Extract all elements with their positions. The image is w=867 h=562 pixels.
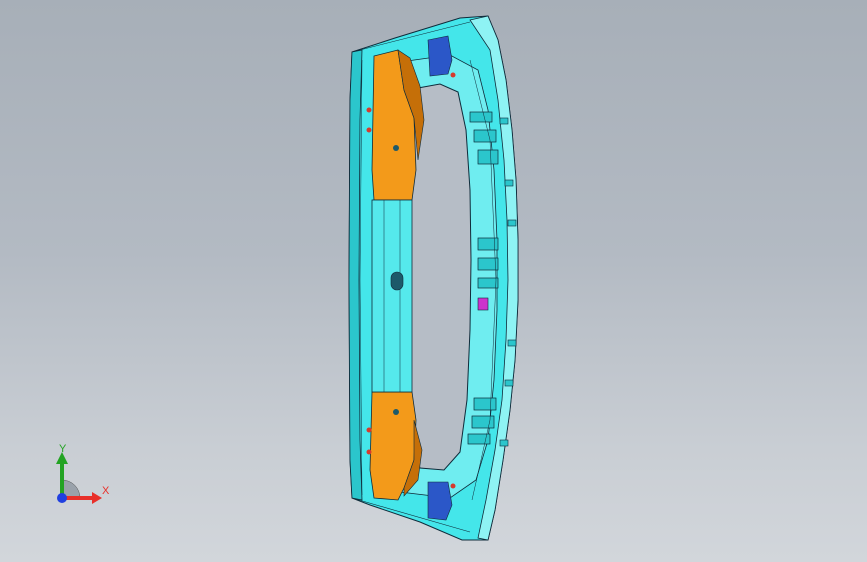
triad-x-arrow-icon (92, 492, 102, 504)
graphics-viewport[interactable]: Y X (0, 0, 867, 562)
blue-bracket-top[interactable] (427, 35, 453, 77)
triad-y-label: Y (59, 443, 67, 455)
fastener-red-1 (366, 107, 372, 113)
fastener-red-3 (366, 427, 372, 433)
rib-group-middle (477, 237, 499, 289)
3d-model-view[interactable] (0, 0, 867, 562)
triad-origin-icon (57, 493, 67, 503)
hole-lower (393, 409, 399, 415)
center-slot (390, 271, 404, 291)
fastener-red-4 (366, 449, 372, 455)
magenta-clip-part[interactable] (477, 297, 489, 311)
fastener-red-2 (366, 127, 372, 133)
center-vertical-beam[interactable] (371, 199, 413, 393)
hole-upper (393, 145, 399, 151)
coordinate-triad (56, 452, 102, 504)
blue-bracket-bottom[interactable] (427, 481, 453, 521)
fastener-red-6 (450, 483, 456, 489)
triad-x-label: X (102, 485, 110, 497)
fastener-red-5 (450, 72, 456, 78)
